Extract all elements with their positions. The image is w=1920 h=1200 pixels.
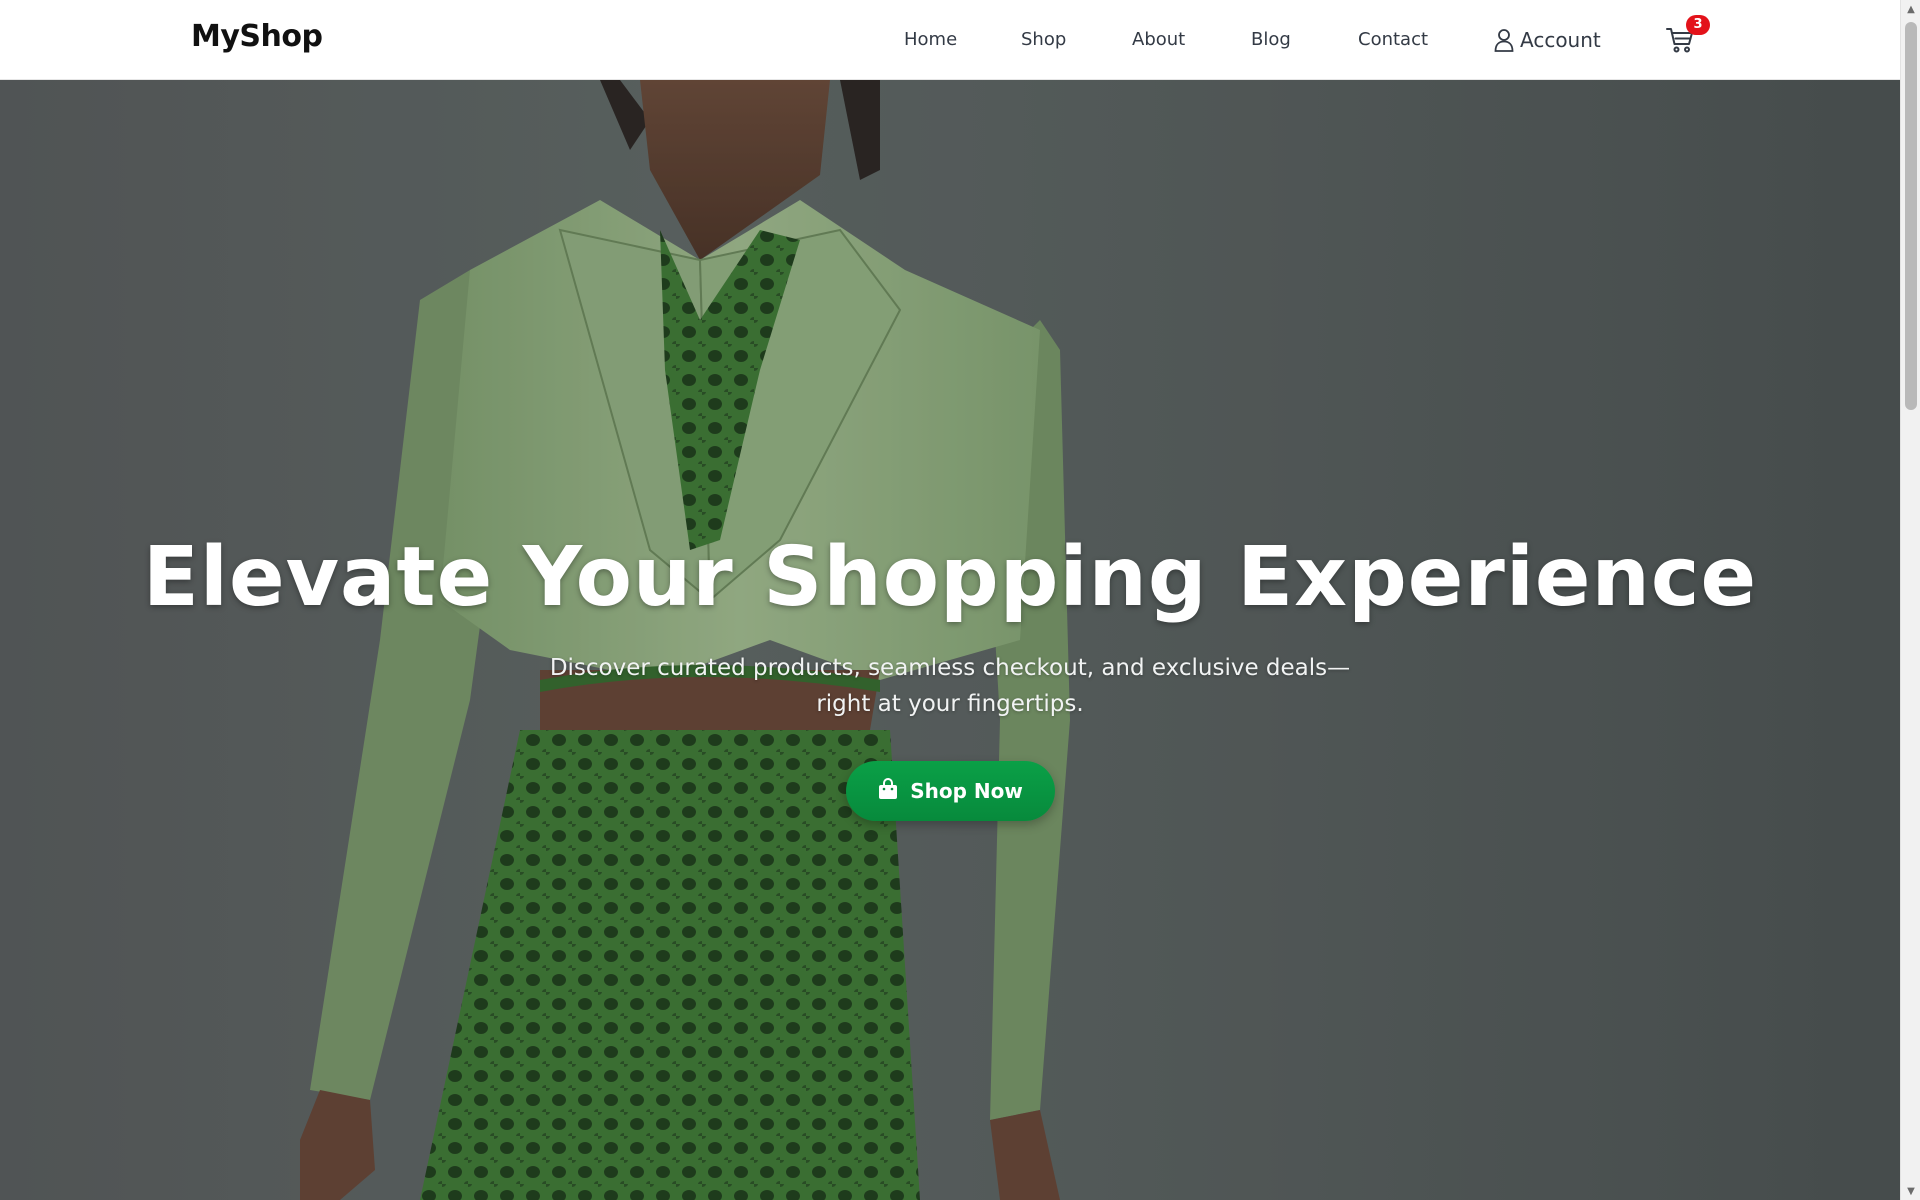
hero-section: Elevate Your Shopping Experience Discove… xyxy=(0,80,1900,1200)
scroll-up-arrow-icon[interactable]: ▲ xyxy=(1901,0,1920,18)
scrollbar-thumb[interactable] xyxy=(1905,22,1917,410)
page: MyShop Home Shop About Blog Contact Acco… xyxy=(0,0,1920,1200)
cart-button[interactable]: 3 xyxy=(1665,15,1710,57)
nav-link-home[interactable]: Home xyxy=(904,29,957,50)
vertical-scrollbar[interactable]: ▲ ▼ xyxy=(1900,0,1920,1200)
hero-title: Elevate Your Shopping Experience xyxy=(142,530,1758,625)
account-link[interactable]: Account xyxy=(1494,25,1601,55)
nav-link-about[interactable]: About xyxy=(1132,29,1185,50)
nav-link-shop[interactable]: Shop xyxy=(1021,29,1066,50)
brand-logo[interactable]: MyShop xyxy=(191,19,323,54)
cart-count-badge: 3 xyxy=(1686,15,1710,35)
hero-content: Elevate Your Shopping Experience Discove… xyxy=(0,80,1900,1200)
user-icon xyxy=(1494,28,1514,52)
shop-now-label: Shop Now xyxy=(910,779,1023,803)
account-label: Account xyxy=(1520,28,1601,52)
nav-link-blog[interactable]: Blog xyxy=(1251,29,1291,50)
hero-subtitle: Discover curated products, seamless chec… xyxy=(549,655,1351,717)
nav-link-contact[interactable]: Contact xyxy=(1358,29,1428,50)
scroll-down-arrow-icon[interactable]: ▼ xyxy=(1901,1182,1920,1200)
top-navbar: MyShop Home Shop About Blog Contact Acco… xyxy=(0,0,1900,80)
shopping-bag-icon xyxy=(878,778,898,804)
shop-now-button[interactable]: Shop Now xyxy=(846,761,1055,821)
